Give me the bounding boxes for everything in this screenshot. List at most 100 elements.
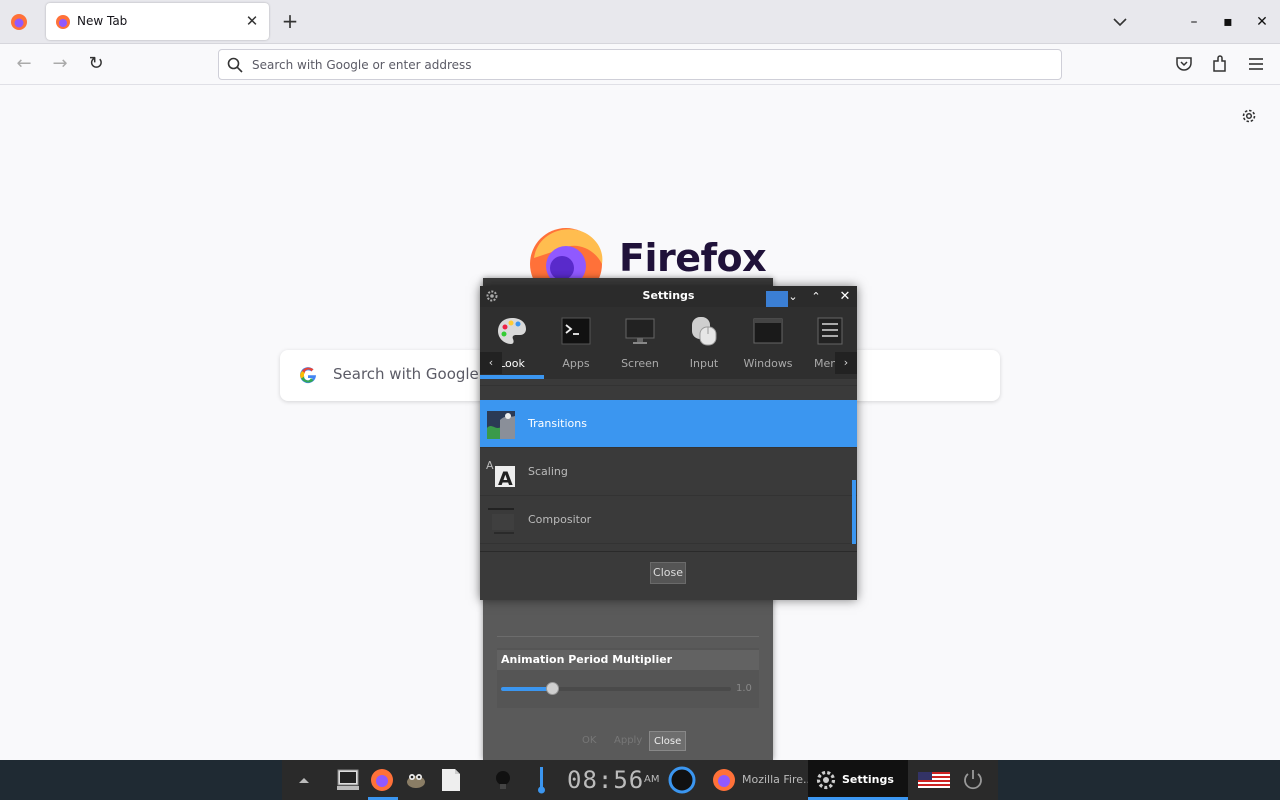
chevron-left-icon[interactable]: ‹ [480,352,502,374]
search-icon [227,57,243,73]
list-item-compositor[interactable]: Compositor [480,496,857,544]
clock-ampm: AM [644,774,660,785]
category-input-label: Input [689,357,719,370]
divider [497,636,759,637]
firefox-favicon-icon [56,15,70,29]
category-windows-label: Windows [743,357,793,370]
category-windows[interactable]: Windows [736,307,800,379]
list-item-scaling[interactable]: A A Scaling [480,448,857,496]
shelf-text-editor[interactable] [436,760,466,800]
navigation-bar: ← → ↻ Search with Google or enter addres… [0,44,1280,85]
shelf-expand-button[interactable] [294,760,316,800]
category-apps-label: Apps [562,357,590,370]
shelf-lightbulb[interactable] [490,760,516,800]
back-arrow-icon[interactable]: ← [12,52,36,76]
category-screen[interactable]: Screen [608,307,672,379]
firefox-icon [371,769,393,791]
chevron-down-icon[interactable] [1110,12,1130,32]
animation-multiplier-value: 1.0 [736,683,752,694]
category-input[interactable]: Input [672,307,736,379]
settings-titlebar[interactable]: Settings ⌄ ⌃ ✕ [480,286,857,307]
transitions-icon [487,411,515,439]
google-icon [300,367,316,384]
address-bar[interactable]: Search with Google or enter address [218,49,1062,80]
animation-multiplier-group: Animation Period Multiplier [497,648,759,708]
task-settings-label: Settings [842,773,894,786]
category-apps[interactable]: Apps [544,307,608,379]
lightbulb-icon [496,771,510,789]
extensions-icon[interactable] [1210,54,1230,74]
menu-list-icon [817,317,843,345]
slider-fill [501,687,552,691]
slider-knob[interactable] [546,682,559,695]
list-item-transitions[interactable]: Transitions [480,400,857,448]
forward-arrow-icon[interactable]: → [48,52,72,76]
power-button[interactable] [960,760,986,800]
tab-title: New Tab [77,14,128,28]
close-icon[interactable]: ✕ [836,288,854,305]
circle-indicator-icon [668,766,696,794]
tab-new-tab[interactable]: New Tab ✕ [46,3,269,40]
task-firefox[interactable]: Mozilla Fire... [710,760,814,800]
shelf-terminal[interactable] [334,760,364,800]
document-icon [442,769,460,791]
maximize-window-button[interactable]: ▪ [1218,12,1238,32]
us-flag-icon [918,772,950,788]
computer-icon [337,769,359,790]
settings-dialog: Settings ⌄ ⌃ ✕ Look Apps Screen Input Wi… [480,286,857,600]
chevron-right-icon[interactable]: › [835,352,857,374]
svg-text:A: A [498,468,513,488]
apply-button[interactable]: Apply [610,731,646,751]
ok-button[interactable]: OK [578,731,600,751]
keyboard-layout-flag[interactable] [918,760,950,800]
settings-close-button[interactable]: Close [650,562,686,584]
task-settings[interactable]: Settings [808,760,908,800]
monitor-icon [625,318,655,344]
list-scrollbar[interactable] [852,480,856,544]
firefox-icon [713,769,735,791]
chevron-up-icon [299,778,309,783]
gear-icon [816,770,836,790]
hamburger-menu-icon[interactable] [1246,54,1266,74]
chevron-up-icon[interactable]: ⌃ [807,288,825,305]
close-window-button[interactable]: ✕ [1252,12,1272,32]
thermometer-icon [538,767,545,794]
category-screen-label: Screen [621,357,659,370]
terminal-icon [561,317,591,345]
close-tab-icon[interactable]: ✕ [244,12,260,30]
animation-multiplier-slider[interactable] [501,682,731,695]
scaling-label: Scaling [528,465,568,478]
animation-multiplier-label: Animation Period Multiplier [497,650,759,670]
window-icon [753,318,783,344]
firefox-view-icon[interactable] [10,13,28,31]
palette-icon [498,318,526,344]
transitions-label: Transitions [528,417,587,430]
compositor-label: Compositor [528,513,592,526]
tab-strip: New Tab ✕ + – ▪ ✕ [0,0,1280,44]
compositor-icon [488,508,514,534]
shelf-gimp[interactable] [402,760,432,800]
pocket-icon[interactable] [1174,54,1194,74]
transitions-close-button[interactable]: Close [649,731,687,751]
shelf-thermometer[interactable] [532,760,552,800]
clock-time: 08:56 [567,766,645,794]
list-item-partial[interactable] [480,379,857,386]
shelf-firefox[interactable] [368,760,398,800]
chevron-down-icon[interactable]: ⌄ [784,288,802,305]
scaling-icon: A A [486,459,515,488]
shelf: 08:56 AM Mozilla Fire... Settings [282,760,998,800]
power-icon [964,770,982,790]
new-tab-button[interactable]: + [280,10,300,32]
shelf-pager[interactable] [666,760,700,800]
mouse-icon [692,317,717,346]
newtab-search-placeholder: Search with Google or [333,365,499,383]
gear-icon[interactable] [1240,107,1258,125]
settings-category-bar: Look Apps Screen Input Windows Menus ‹ › [480,307,857,379]
gimp-icon [407,774,425,788]
svg-text:A: A [486,459,494,472]
settings-item-list: Transitions A A Scaling Compositor [480,379,857,551]
task-firefox-label: Mozilla Fire... [742,773,814,786]
reload-icon[interactable]: ↻ [84,52,108,76]
divider [480,551,857,552]
minimize-window-button[interactable]: – [1184,12,1204,32]
